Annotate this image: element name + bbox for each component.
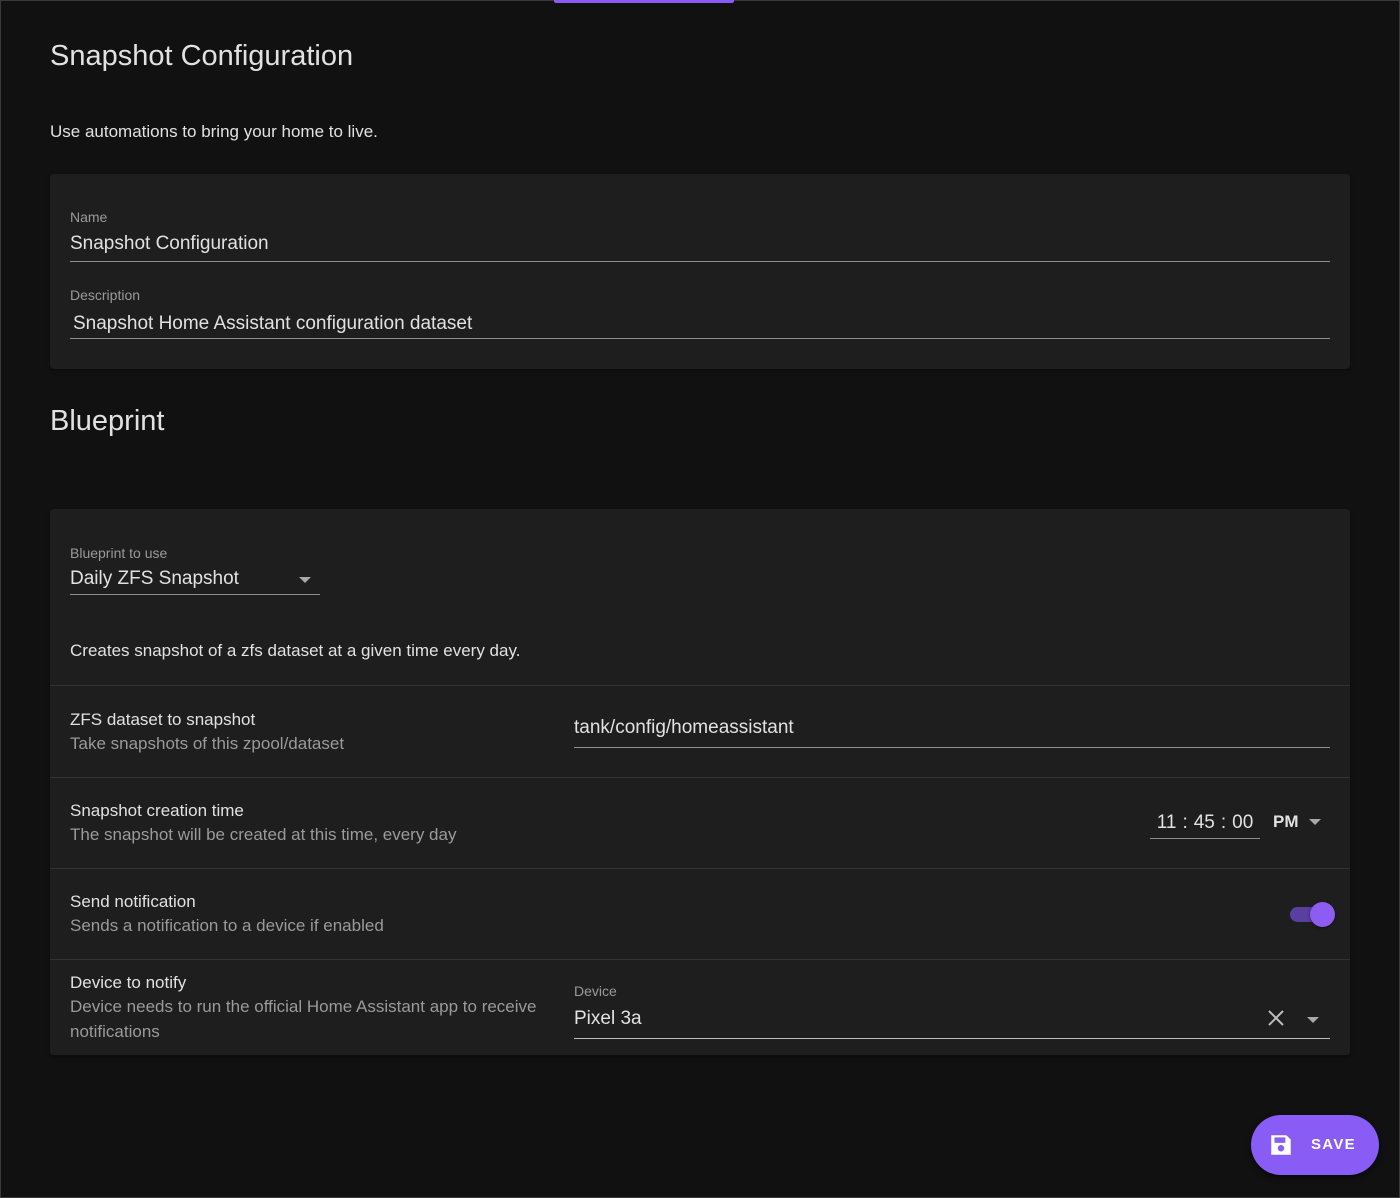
input-description: The snapshot will be created at this tim… (70, 825, 457, 844)
floppy-disk-icon (1271, 1135, 1291, 1155)
chevron-down-icon (299, 577, 311, 583)
input-row-device: Device to notify Device needs to run the… (50, 959, 1350, 1055)
device-field-label: Device (574, 983, 617, 999)
description-label: Description (70, 287, 141, 303)
toggle-thumb[interactable] (1310, 902, 1335, 927)
description-underline (70, 338, 1330, 339)
input-title: Snapshot creation time (70, 801, 244, 820)
time-minutes[interactable]: 45 (1194, 812, 1215, 834)
save-button[interactable]: SAVE (1251, 1115, 1379, 1175)
blueprint-select-label: Blueprint to use (70, 545, 168, 561)
device-underline (574, 1038, 1330, 1039)
input-row-time: Snapshot creation time The snapshot will… (50, 777, 1350, 868)
input-description: Device needs to run the official Home As… (70, 997, 537, 1041)
time-seconds[interactable]: 00 (1232, 812, 1253, 834)
ampm-select[interactable]: PM (1273, 812, 1299, 832)
close-icon[interactable] (1266, 1008, 1286, 1028)
time-input[interactable]: 11 : 45 : 00 (1150, 808, 1260, 839)
device-input[interactable]: Pixel 3a (574, 1008, 642, 1030)
name-input[interactable]: Snapshot Configuration (70, 233, 269, 255)
blueprint-section-title: Blueprint (50, 405, 165, 437)
input-description: Take snapshots of this zpool/dataset (70, 734, 345, 753)
save-button-label: SAVE (1311, 1136, 1356, 1153)
input-description: Sends a notification to a device if enab… (70, 916, 384, 935)
time-separator: : (1182, 812, 1188, 833)
time-separator: : (1220, 812, 1227, 833)
description-input[interactable]: Snapshot Home Assistant configuration da… (73, 313, 472, 335)
chevron-down-icon[interactable] (1309, 819, 1321, 825)
input-title: ZFS dataset to snapshot (70, 710, 256, 729)
time-hours[interactable]: 11 (1157, 812, 1177, 834)
blueprint-select-value: Daily ZFS Snapshot (70, 568, 239, 589)
input-row-notification: Send notification Sends a notification t… (50, 868, 1350, 959)
input-title: Send notification (70, 892, 196, 911)
blueprint-card: Blueprint to use Daily ZFS Snapshot Crea… (50, 509, 1350, 1055)
page-title: Snapshot Configuration (50, 40, 354, 72)
name-underline (70, 261, 1330, 262)
input-title: Device to notify (70, 973, 187, 992)
blueprint-select[interactable]: Daily ZFS Snapshot (70, 565, 320, 595)
chevron-down-icon[interactable] (1307, 1017, 1319, 1023)
input-row-dataset: ZFS dataset to snapshot Take snapshots o… (50, 685, 1350, 777)
active-tab-indicator (554, 0, 734, 3)
name-label: Name (70, 209, 108, 225)
blueprint-select-underline (70, 594, 320, 595)
details-card: Name Snapshot Configuration Description … (50, 174, 1350, 369)
page-intro: Use automations to bring your home to li… (50, 122, 378, 141)
blueprint-description: Creates snapshot of a zfs dataset at a g… (70, 641, 521, 660)
dataset-input[interactable]: tank/config/homeassistant (574, 717, 794, 739)
dataset-underline (574, 747, 1330, 748)
